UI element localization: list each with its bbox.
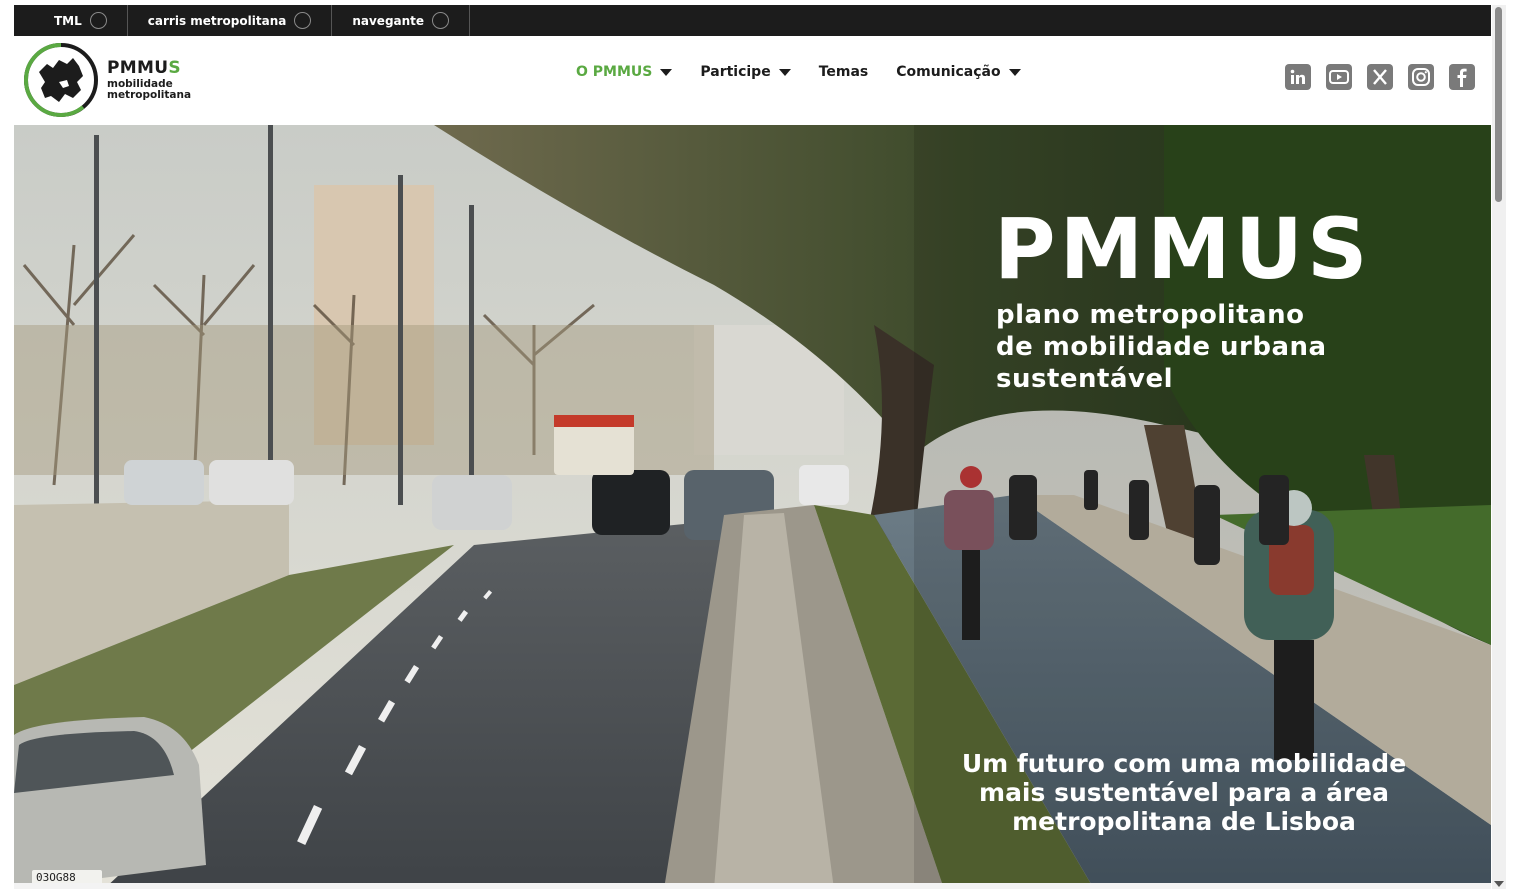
hero-subtitle-line: sustentável [996,364,1174,394]
social-links [1285,64,1475,90]
nav-label: Temas [818,64,869,80]
hero-subtitle-line: plano metropolitano [996,300,1305,330]
hero-banner: PMMUS plano metropolitano de mobilidade … [14,125,1491,889]
hero-tagline-line: metropolitana de Lisboa [1012,807,1356,836]
nav-item-participe[interactable]: Participe [700,64,791,80]
partner-circle-icon [294,12,312,29]
car-license-plate: 03OG88 [36,871,76,884]
nav-label: Participe [700,64,771,80]
caret-down-icon [778,68,791,76]
logo-title: PMMUS [107,58,181,78]
partner-label: navegante [352,13,425,28]
hero-tagline: Um futuro com uma mobilidade mais susten… [939,749,1429,836]
x-icon[interactable] [1367,64,1393,90]
scrollbar-thumb[interactable] [1495,7,1502,202]
scroll-down-arrow-icon[interactable] [1494,881,1504,887]
nav-label: O PMMUS [576,64,653,80]
partner-bar: TML carris metropolitana navegante [14,5,1491,36]
caret-down-icon [660,68,673,76]
youtube-icon[interactable] [1326,64,1352,90]
nav-item-temas[interactable]: Temas [819,64,869,80]
site-header: PMMUS mobilidade metropolitana O PMMUS P… [14,36,1491,125]
page-viewport: TML carris metropolitana navegante PMMUS… [14,5,1491,889]
partner-label: TML [54,13,82,28]
logo-wordmark: PMMUS mobilidade metropolitana [107,60,191,100]
partner-label: carris metropolitana [147,13,287,28]
caret-down-icon [1008,68,1021,76]
site-logo[interactable]: PMMUS mobilidade metropolitana [23,42,191,118]
main-nav: O PMMUS Participe Temas Comunicação [576,64,1021,80]
logo-line-2: metropolitana [107,88,192,101]
hero-tagline-line: Um futuro com uma mobilidade [961,749,1407,778]
partner-link-carris[interactable]: carris metropolitana [128,5,333,36]
logo-line-1: mobilidade [107,78,173,90]
instagram-icon[interactable] [1408,64,1434,90]
partner-link-tml[interactable]: TML [14,5,128,36]
hero-title: PMMUS [994,200,1372,298]
logo-map-icon [23,43,98,118]
nav-item-comunicacao[interactable]: Comunicação [896,64,1021,80]
page-scrollbar[interactable] [1492,5,1506,889]
facebook-icon[interactable] [1449,64,1475,90]
partner-circle-icon [89,12,107,29]
hero-subtitle-line: de mobilidade urbana [996,332,1327,362]
nav-item-o-pmmus[interactable]: O PMMUS [576,64,673,80]
linkedin-icon[interactable] [1285,64,1311,90]
partner-circle-icon [432,12,450,29]
partner-link-navegante[interactable]: navegante [332,5,471,36]
hero-subtitle: plano metropolitano de mobilidade urbana… [996,299,1376,395]
hero-tagline-line: mais sustentável para a área [979,778,1389,807]
nav-label: Comunicação [896,64,1001,80]
